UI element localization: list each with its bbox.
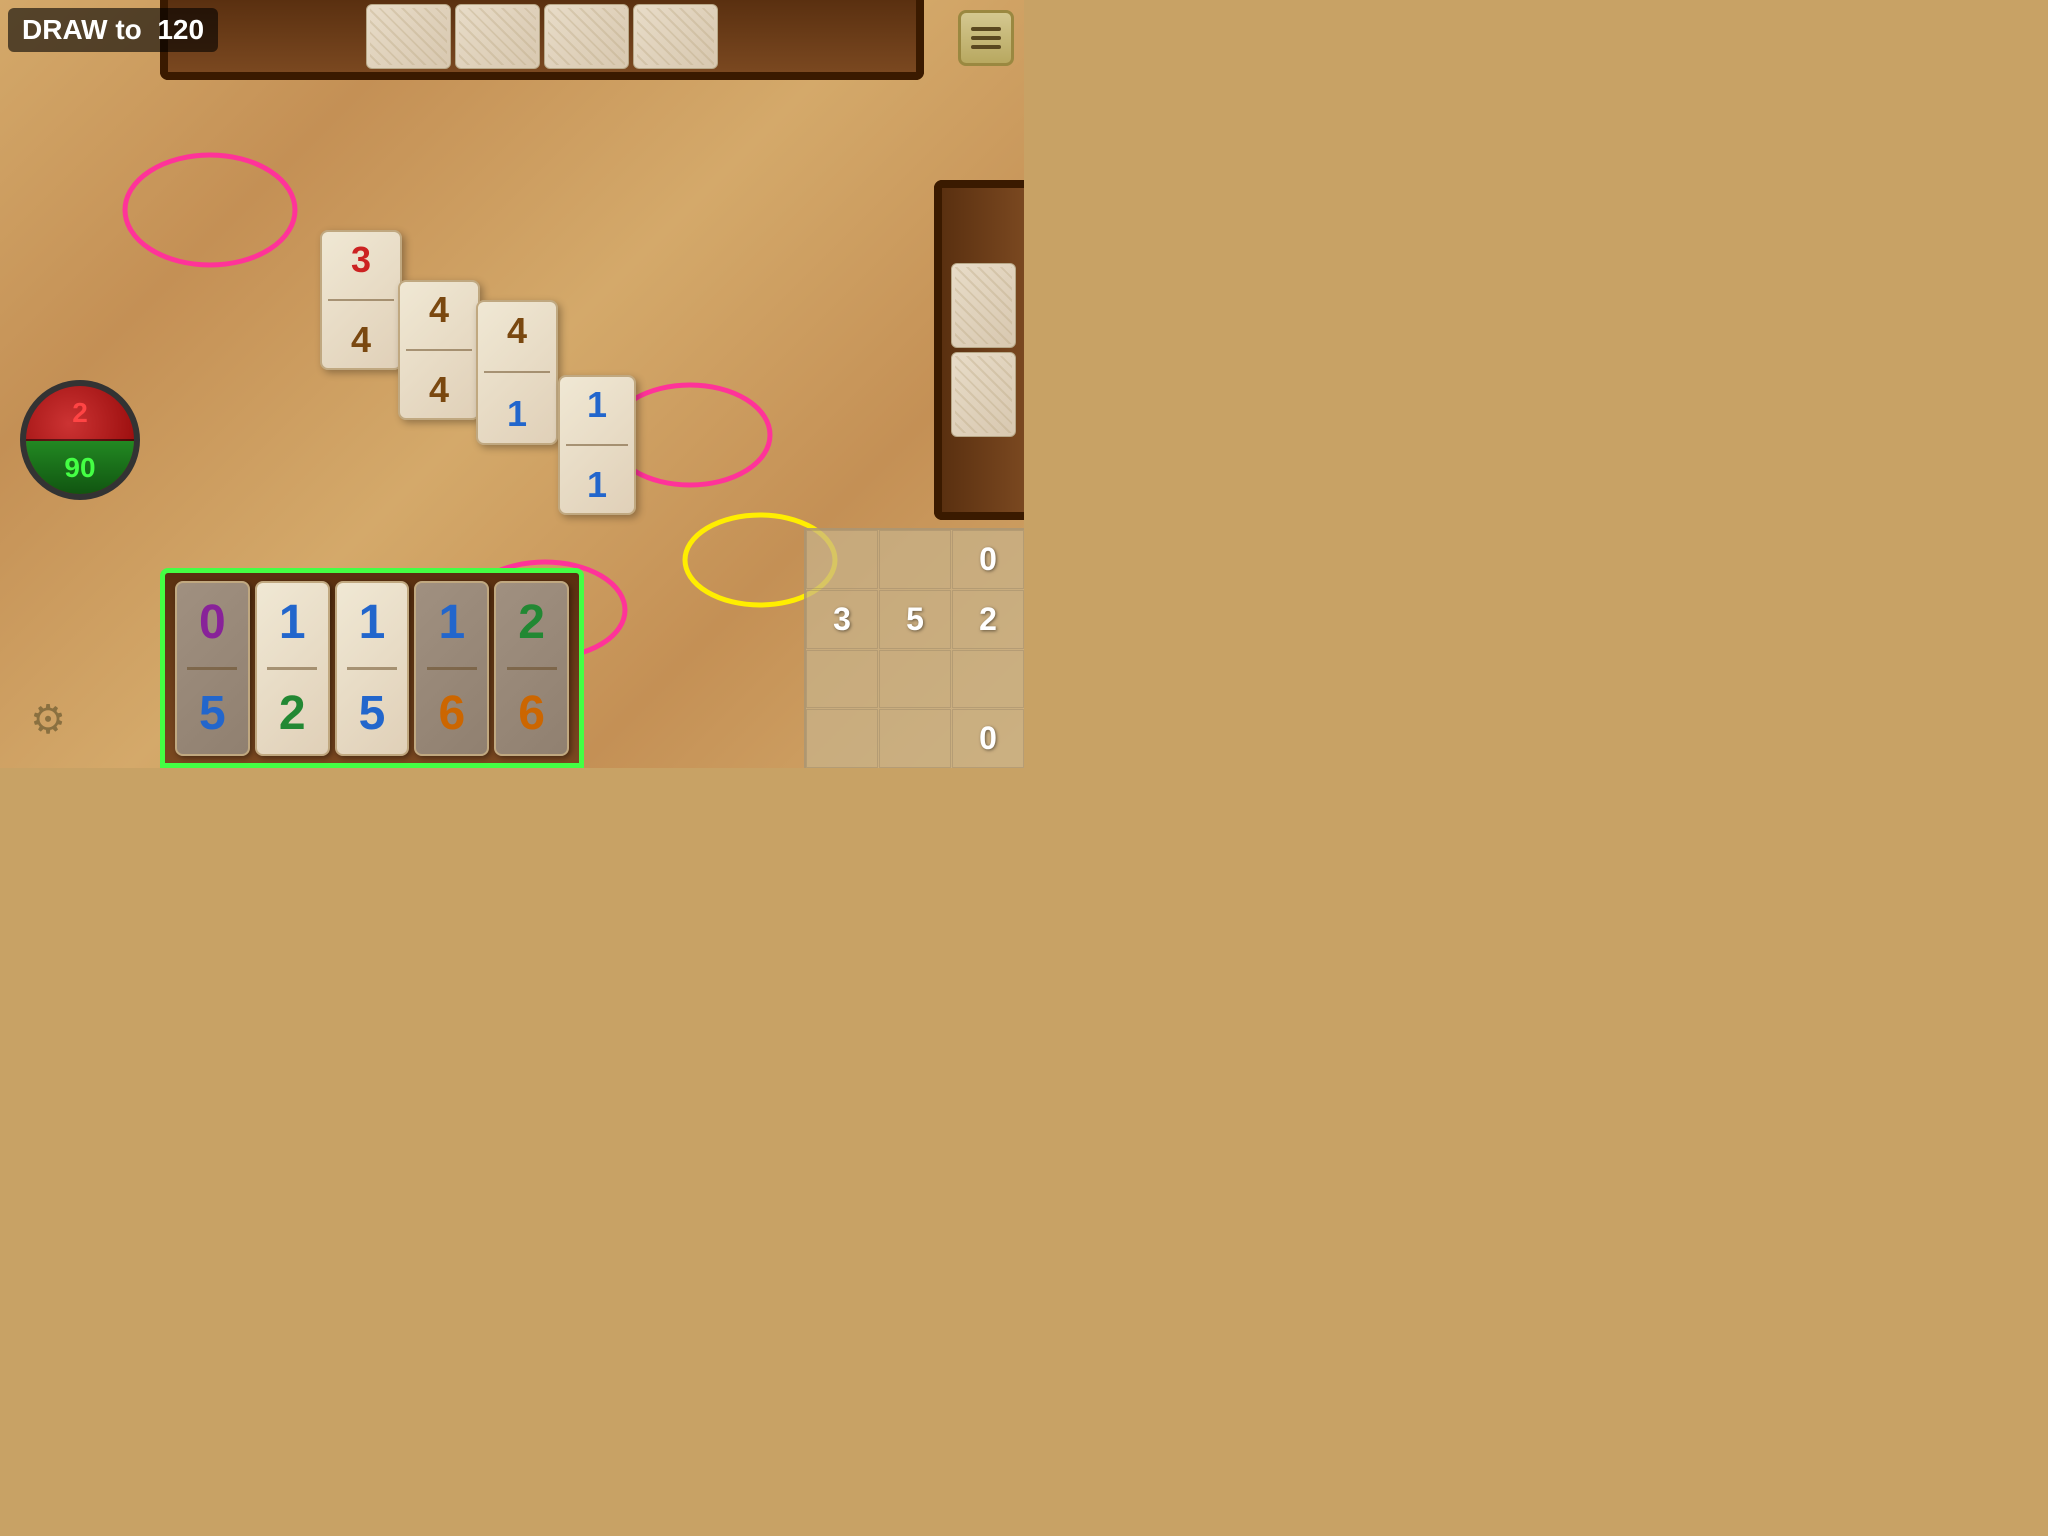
hand-tile-5-bottom: 6	[518, 690, 545, 738]
hand-tile-2-top: 1	[279, 599, 306, 647]
domino-3-bottom: 1	[507, 396, 527, 432]
hand-tile-4-divider	[427, 667, 477, 670]
hand-tile-4[interactable]: 1 6	[414, 581, 489, 756]
player-hand-rack: 0 5 1 2 1 5 1 6 2 6	[160, 568, 584, 768]
score-r4c1	[806, 709, 878, 768]
hand-tile-3[interactable]: 1 5	[335, 581, 410, 756]
menu-button[interactable]	[958, 10, 1014, 66]
score-r2c2: 5	[879, 590, 951, 649]
board-domino-3[interactable]: 4 1	[476, 300, 558, 445]
hand-tile-5-divider	[507, 667, 557, 670]
hand-tile-1-bottom: 5	[199, 690, 226, 738]
hand-tile-1-divider	[187, 667, 237, 670]
right-rack-card-2	[951, 352, 1016, 437]
game-board: DRAW to 120 2 90 3 4 4 4 4 1	[0, 0, 1024, 768]
score-r4c3: 0	[952, 709, 1024, 768]
domino-1-top: 3	[351, 242, 371, 278]
domino-2-top: 4	[429, 292, 449, 328]
draw-label: DRAW to 120	[8, 8, 218, 52]
domino-1-divider	[328, 299, 394, 301]
draw-text: DRAW to	[22, 14, 142, 45]
top-rack-card-4	[633, 4, 718, 69]
board-domino-2[interactable]: 4 4	[398, 280, 480, 420]
hand-tile-4-bottom: 6	[438, 690, 465, 738]
settings-button[interactable]: ⚙	[20, 692, 76, 748]
domino-1-bottom: 4	[351, 322, 371, 358]
top-rack-card-1	[366, 4, 451, 69]
hand-tile-2-divider	[267, 667, 317, 670]
domino-3-divider	[484, 371, 550, 373]
hand-tile-4-top: 1	[438, 599, 465, 647]
domino-3-top: 4	[507, 313, 527, 349]
score-r4c2	[879, 709, 951, 768]
hand-tile-5[interactable]: 2 6	[494, 581, 569, 756]
score-r2c1: 3	[806, 590, 878, 649]
right-rack-card-1	[951, 263, 1016, 348]
score-r1c1	[806, 530, 878, 589]
score-r3c3	[952, 650, 1024, 709]
board-domino-4[interactable]: 1 1	[558, 375, 636, 515]
score-r2c3: 2	[952, 590, 1024, 649]
score-r1c2	[879, 530, 951, 589]
domino-4-bottom: 1	[587, 467, 607, 503]
hand-tile-3-top: 1	[359, 599, 386, 647]
domino-2-divider	[406, 349, 472, 351]
right-rack	[934, 180, 1024, 520]
hand-tile-3-bottom: 5	[359, 690, 386, 738]
circle-1	[125, 155, 295, 265]
top-rack-card-3	[544, 4, 629, 69]
top-rack	[160, 0, 924, 80]
hand-tile-5-top: 2	[518, 599, 545, 647]
hand-tile-1-top: 0	[199, 599, 226, 647]
draw-number: 120	[157, 14, 204, 45]
timer: 2 90	[20, 380, 140, 500]
top-rack-card-2	[455, 4, 540, 69]
hand-tile-2[interactable]: 1 2	[255, 581, 330, 756]
score-r3c2	[879, 650, 951, 709]
timer-red-value: 2	[26, 386, 134, 439]
domino-4-top: 1	[587, 387, 607, 423]
domino-2-bottom: 4	[429, 372, 449, 408]
score-panel: 0 3 5 2 0	[804, 528, 1024, 768]
hand-tile-1[interactable]: 0 5	[175, 581, 250, 756]
score-r3c1	[806, 650, 878, 709]
score-r1c3: 0	[952, 530, 1024, 589]
hand-tile-2-bottom: 2	[279, 690, 306, 738]
menu-icon	[971, 36, 1001, 40]
board-domino-1[interactable]: 3 4	[320, 230, 402, 370]
domino-4-divider	[566, 444, 629, 446]
menu-icon	[971, 27, 1001, 31]
menu-icon	[971, 45, 1001, 49]
hand-tile-3-divider	[347, 667, 397, 670]
timer-green-value: 90	[26, 441, 134, 494]
